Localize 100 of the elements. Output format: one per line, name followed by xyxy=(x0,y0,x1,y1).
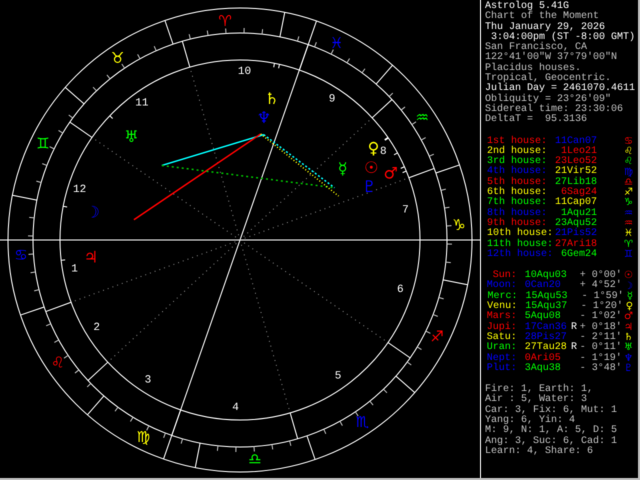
info-line: 122°41'00"W 37°79'00"N xyxy=(485,53,618,64)
planet-latitude: - 3°48′ xyxy=(580,364,623,374)
planet-label: Jupi: xyxy=(486,322,517,333)
planet-label: Satu: xyxy=(486,332,517,343)
house-number: 5 xyxy=(334,370,342,382)
planet-glyph: ☽ xyxy=(624,282,633,292)
planet-position: 17Can36 xyxy=(524,322,568,333)
house-label: 1st house: xyxy=(486,136,548,147)
zodiac-glyph: ♒ xyxy=(416,108,429,127)
planet-glyph: ♀ xyxy=(626,302,634,312)
house-number: 6 xyxy=(397,284,404,296)
house-number: 8 xyxy=(380,146,387,158)
info-line: DeltaT = 95.3136 xyxy=(485,115,588,126)
planet-glyph: ♄ xyxy=(624,333,633,344)
summary-line: Learn: 4, Share: 6 xyxy=(485,446,594,458)
summary-line: M: 9, N: 1, A: 5, D: 5 xyxy=(485,426,618,436)
zodiac-glyph: ♑ xyxy=(452,216,466,234)
planet-position: 0Can20 xyxy=(524,281,561,292)
info-line: Astrolog 5.41G xyxy=(485,2,570,12)
house-label: 11th house: xyxy=(486,240,553,250)
sign-glyph: ♍ xyxy=(624,168,633,178)
sign-glyph: ♌ xyxy=(624,157,633,168)
info-line: Sidereal time: 23:30:06 xyxy=(485,104,624,115)
planet-position: 15Aqu53 xyxy=(525,292,568,302)
house-position: 21Pis52 xyxy=(554,229,597,240)
planet-label: Plut: xyxy=(486,364,517,374)
info-line: Thu January 29, 2026 xyxy=(485,22,606,33)
sign-glyph: ♓ xyxy=(624,229,633,240)
sign-glyph: ♌ xyxy=(624,147,633,157)
retrograde-mark: R xyxy=(571,322,578,333)
planet-glyph: ☿ xyxy=(626,292,633,302)
house-number: 7 xyxy=(402,204,409,216)
planet-glyph: ♂ xyxy=(384,163,398,182)
summary-line: Air : 5, Water: 3 xyxy=(485,395,588,406)
sign-glyph: ♊ xyxy=(624,250,633,260)
house-position: 11Can07 xyxy=(554,136,597,147)
zodiac-glyph: ♋ xyxy=(14,246,28,264)
house-position: 27Ari18 xyxy=(554,240,597,250)
house-position: 6Sag24 xyxy=(560,188,597,198)
summary-line: Yang: 6, Yin: 4 xyxy=(485,416,576,426)
house-number: 3 xyxy=(144,374,152,386)
house-position: 23Aqu52 xyxy=(554,218,597,229)
planet-latitude: + 4°52′ xyxy=(580,281,623,292)
planet-position: 27Tau28 xyxy=(524,343,568,354)
summary-line: Car: 3, Fix: 6, Mut: 1 xyxy=(485,406,618,416)
sign-glyph: ♈ xyxy=(624,240,633,250)
house-number: 9 xyxy=(328,94,336,106)
planet-glyph: ♅ xyxy=(624,343,633,354)
info-line: Placidus houses. xyxy=(485,64,582,74)
planet-glyph: ♆ xyxy=(256,108,272,127)
sign-glyph: ♑ xyxy=(624,198,633,208)
house-position: 1Leo21 xyxy=(560,146,597,157)
zodiac-glyph: ♉ xyxy=(110,48,124,67)
planet-position: 28Pis27 xyxy=(524,332,568,343)
retrograde-mark: R xyxy=(571,343,578,354)
planet-latitude: - 1°59′ xyxy=(582,292,625,302)
planet-glyph: ♅ xyxy=(124,126,139,146)
planet-glyph: ♆ xyxy=(624,354,633,364)
planet-latitude: - 2°11′ xyxy=(580,332,623,343)
zodiac-glyph: ♍ xyxy=(136,428,150,446)
planet-label: Nept: xyxy=(486,354,517,364)
planet-label: Mars: xyxy=(486,312,517,322)
house-number: 10 xyxy=(238,66,252,78)
house-number: 1 xyxy=(71,264,78,276)
house-number: 11 xyxy=(135,98,148,110)
info-line: 3:04:00pm (ST -8:00 GMT) xyxy=(491,32,636,43)
zodiac-glyph: ♐ xyxy=(430,328,444,346)
house-position: 6Gem24 xyxy=(560,250,597,260)
zodiac-glyph: ♓ xyxy=(330,34,344,52)
house-number: 4 xyxy=(232,402,239,414)
planet-position: 10Aqu03 xyxy=(524,271,568,282)
planet-latitude: + 0°18′ xyxy=(580,322,623,333)
planet-glyph: ☉ xyxy=(364,158,378,177)
house-position: 11Cap07 xyxy=(554,198,597,208)
planet-label: Uran: xyxy=(486,343,517,354)
sign-glyph: ♋ xyxy=(624,136,633,147)
planet-glyph: ♃ xyxy=(84,247,98,266)
planet-label: Merc: xyxy=(486,292,518,302)
planet-label: Sun: xyxy=(492,271,517,282)
house-label: 7th house: xyxy=(486,198,548,208)
planet-glyph: ♇ xyxy=(362,176,376,196)
planet-label: Venu: xyxy=(486,302,518,312)
planet-position: 5Aqu08 xyxy=(524,312,561,322)
house-label: 5th house: xyxy=(486,178,548,188)
house-number: 2 xyxy=(93,322,100,334)
house-label: 4th house: xyxy=(486,167,548,178)
house-label: 10th house: xyxy=(486,229,553,240)
planet-glyph: ☉ xyxy=(624,271,633,282)
info-line: Julian Day = 2461070.4611 xyxy=(485,84,636,94)
planet-position: 0Ari05 xyxy=(524,354,562,364)
zodiac-glyph: ♈ xyxy=(218,12,232,30)
house-position: 27Lib18 xyxy=(554,178,597,188)
house-label: 2nd house: xyxy=(486,146,548,157)
house-label: 8th house: xyxy=(486,208,548,219)
planet-glyph: ♂ xyxy=(624,312,633,322)
house-number: 12 xyxy=(73,184,86,196)
house-position: 21Vir52 xyxy=(554,167,597,178)
planet-glyph: ♀ xyxy=(368,138,380,158)
planet-glyph: ♇ xyxy=(624,364,633,374)
planet-glyph: ☽ xyxy=(85,202,100,222)
